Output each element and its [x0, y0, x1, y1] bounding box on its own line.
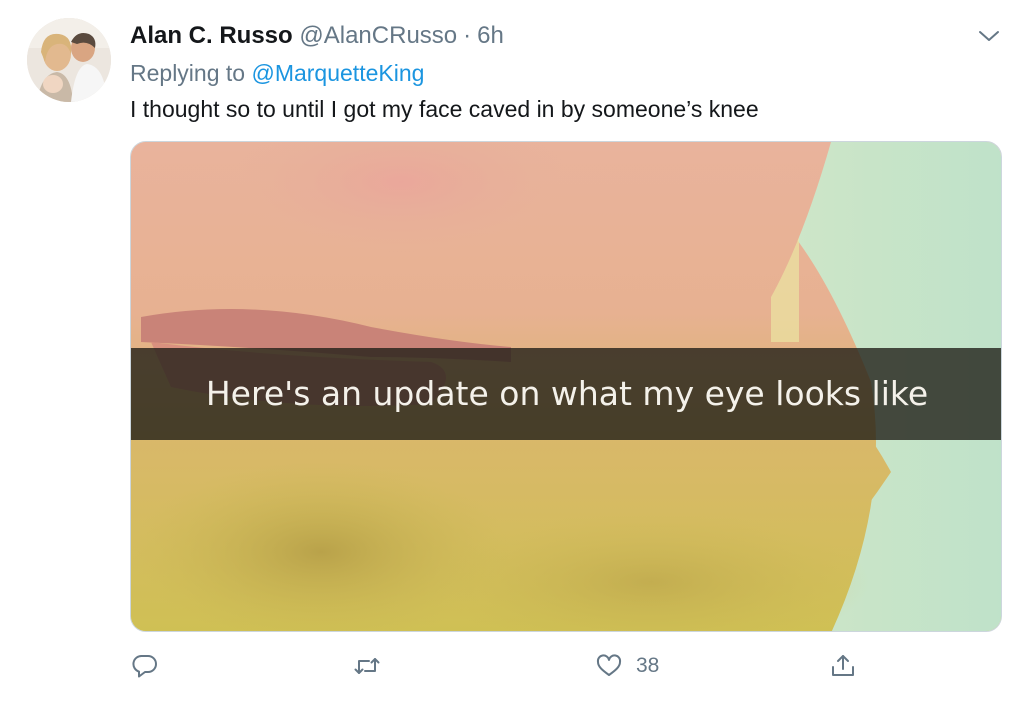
reply-icon: [132, 655, 157, 678]
mention-link[interactable]: @MarquetteKing: [251, 60, 424, 86]
like-button[interactable]: 38: [596, 648, 659, 684]
media-caption: Here's an update on what my eye looks li…: [205, 374, 929, 413]
display-name[interactable]: Alan C. Russo: [130, 22, 293, 49]
chevron-down-icon[interactable]: [976, 26, 1002, 46]
tweet-header: Alan C. Russo @AlanCRusso · 6h: [130, 20, 504, 52]
replying-to-label: Replying to: [130, 60, 246, 86]
share-button[interactable]: [830, 648, 870, 684]
user-handle[interactable]: @AlanCRusso: [299, 22, 457, 49]
timestamp[interactable]: 6h: [477, 22, 504, 49]
heart-icon: [596, 654, 622, 676]
retweet-icon: [354, 658, 380, 674]
tweet[interactable]: Alan C. Russo @AlanCRusso · 6h Replying to…: [0, 0, 1024, 704]
tweet-media[interactable]: Here's an update on what my eye looks li…: [130, 141, 1002, 632]
avatar-image: [27, 18, 111, 102]
avatar[interactable]: [27, 18, 111, 102]
retweet-button[interactable]: [354, 648, 394, 684]
action-bar: 38: [0, 648, 1024, 688]
tweet-text: I thought so to until I got my face cave…: [130, 96, 759, 122]
share-icon: [832, 655, 854, 676]
reply-button[interactable]: [132, 648, 172, 684]
separator-dot: ·: [463, 22, 472, 49]
like-count: 38: [636, 654, 660, 677]
replying-to: Replying to @MarquetteKing: [130, 58, 424, 88]
